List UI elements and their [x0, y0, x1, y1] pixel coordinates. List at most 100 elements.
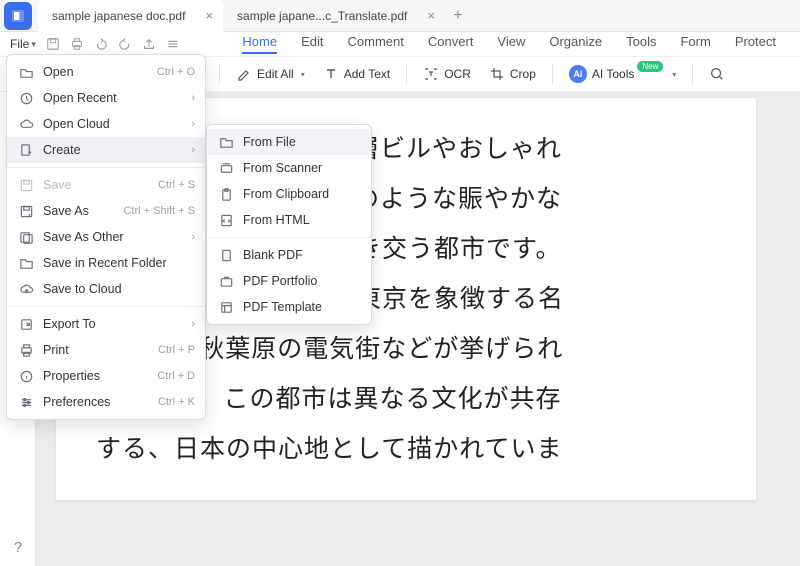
ocr-label: OCR: [444, 67, 471, 81]
chevron-right-icon: ›: [191, 118, 195, 130]
file-menu-save-recent[interactable]: Save in Recent Folder: [7, 250, 205, 276]
menu-item-label: From Scanner: [243, 161, 361, 175]
new-tab-button[interactable]: +: [445, 7, 471, 25]
ribbon-tab-organize[interactable]: Organize: [549, 34, 602, 54]
customize-icon[interactable]: [166, 37, 180, 51]
tab-title: sample japanese doc.pdf: [52, 9, 185, 23]
menu-shortcut: Ctrl + S: [158, 179, 195, 191]
file-menu-open-cloud[interactable]: Open Cloud ›: [7, 111, 205, 137]
ribbon-tab-comment[interactable]: Comment: [348, 34, 404, 54]
chevron-right-icon: ›: [191, 318, 195, 330]
menu-item-label: Blank PDF: [243, 248, 361, 262]
create-menu-blank-pdf[interactable]: Blank PDF: [207, 242, 371, 268]
create-menu-from-file[interactable]: From File: [207, 129, 371, 155]
menu-item-label: Properties: [43, 369, 157, 383]
menu-item-label: PDF Portfolio: [243, 274, 361, 288]
ribbon-tab-home[interactable]: Home: [242, 34, 277, 54]
file-menu-print[interactable]: Print Ctrl + P: [7, 337, 205, 363]
ai-tools-label: AI Tools: [592, 67, 634, 81]
ribbon-tab-tools[interactable]: Tools: [626, 34, 656, 54]
help-button[interactable]: ?: [0, 539, 36, 556]
folder-icon: [217, 133, 235, 151]
file-menu-save: Save Ctrl + S: [7, 172, 205, 198]
chevron-down-icon: ▾: [31, 39, 36, 50]
ribbon-tab-form[interactable]: Form: [680, 34, 710, 54]
file-menu-save-cloud[interactable]: Save to Cloud: [7, 276, 205, 302]
file-menu-save-as[interactable]: Save As Ctrl + Shift + S: [7, 198, 205, 224]
file-menu-preferences[interactable]: Preferences Ctrl + K: [7, 389, 205, 415]
file-menu-create[interactable]: Create ›: [7, 137, 205, 163]
chevron-right-icon: ›: [191, 231, 195, 243]
cloud-icon: [17, 115, 35, 133]
crop-button[interactable]: Crop: [483, 62, 542, 86]
save-icon[interactable]: [46, 37, 60, 51]
create-menu-from-clipboard[interactable]: From Clipboard: [207, 181, 371, 207]
prefs-icon: [17, 393, 35, 411]
clipboard-icon: [217, 185, 235, 203]
search-button[interactable]: [703, 62, 731, 86]
create-menu-pdf-portfolio[interactable]: PDF Portfolio: [207, 268, 371, 294]
print-icon[interactable]: [70, 37, 84, 51]
saveother-icon: [17, 228, 35, 246]
html-icon: [217, 211, 235, 229]
ribbon-tab-edit[interactable]: Edit: [301, 34, 323, 54]
edit-all-label: Edit All: [257, 67, 294, 81]
file-menu-open[interactable]: Open Ctrl + O: [7, 59, 205, 85]
ribbon-tab-convert[interactable]: Convert: [428, 34, 474, 54]
tab-active[interactable]: sample japanese doc.pdf ×: [38, 0, 223, 32]
menu-item-label: PDF Template: [243, 300, 361, 314]
tab-title: sample japane...c_Translate.pdf: [237, 9, 407, 23]
edit-all-button[interactable]: Edit All▾: [230, 62, 311, 86]
ribbon-tabs: Home Edit Comment Convert View Organize …: [242, 34, 790, 54]
saveas-icon: [17, 202, 35, 220]
menu-item-label: From File: [243, 135, 361, 149]
close-icon[interactable]: ×: [427, 8, 435, 23]
export-icon: [17, 315, 35, 333]
recent-icon: [17, 89, 35, 107]
menu-shortcut: Ctrl + P: [158, 344, 195, 356]
create-menu-pdf-template[interactable]: PDF Template: [207, 294, 371, 320]
redo-icon[interactable]: [118, 37, 132, 51]
ai-tools-button[interactable]: AIAI ToolsNew▾: [563, 61, 683, 87]
menu-item-label: Save: [43, 178, 158, 192]
file-menu-trigger[interactable]: File: [10, 37, 29, 51]
menu-item-label: From Clipboard: [243, 187, 361, 201]
file-menu-export[interactable]: Export To ›: [7, 311, 205, 337]
menu-shortcut: Ctrl + Shift + S: [123, 205, 195, 217]
chevron-right-icon: ›: [191, 92, 195, 104]
ribbon-tab-protect[interactable]: Protect: [735, 34, 776, 54]
menu-item-label: Create: [43, 143, 191, 157]
ai-icon: AI: [569, 65, 587, 83]
crop-label: Crop: [510, 67, 536, 81]
menu-item-label: Save As Other: [43, 230, 191, 244]
file-menu-properties[interactable]: Properties Ctrl + D: [7, 363, 205, 389]
menu-item-label: Open Recent: [43, 91, 191, 105]
folder-icon: [17, 254, 35, 272]
menu-item-label: Export To: [43, 317, 191, 331]
save-icon: [17, 176, 35, 194]
title-bar: sample japanese doc.pdf × sample japane.…: [0, 0, 800, 32]
undo-icon[interactable]: [94, 37, 108, 51]
tab-inactive[interactable]: sample japane...c_Translate.pdf ×: [223, 0, 445, 32]
ocr-button[interactable]: OCR: [417, 62, 477, 86]
close-icon[interactable]: ×: [205, 8, 213, 23]
portfolio-icon: [217, 272, 235, 290]
share-icon[interactable]: [142, 37, 156, 51]
chevron-right-icon: ›: [191, 144, 195, 156]
create-menu-from-scanner[interactable]: From Scanner: [207, 155, 371, 181]
menu-item-label: Save to Cloud: [43, 282, 195, 296]
add-text-button[interactable]: Add Text: [317, 62, 396, 86]
open-icon: [17, 63, 35, 81]
blank-icon: [217, 246, 235, 264]
menu-item-label: Save As: [43, 204, 123, 218]
menu-item-label: Preferences: [43, 395, 158, 409]
menu-shortcut: Ctrl + K: [158, 396, 195, 408]
create-menu-from-html[interactable]: From HTML: [207, 207, 371, 233]
menu-shortcut: Ctrl + D: [157, 370, 195, 382]
menu-item-label: Save in Recent Folder: [43, 256, 195, 270]
print-icon: [17, 341, 35, 359]
file-menu-open-recent[interactable]: Open Recent ›: [7, 85, 205, 111]
ribbon-tab-view[interactable]: View: [497, 34, 525, 54]
file-menu-save-other[interactable]: Save As Other ›: [7, 224, 205, 250]
menu-item-label: Open Cloud: [43, 117, 191, 131]
